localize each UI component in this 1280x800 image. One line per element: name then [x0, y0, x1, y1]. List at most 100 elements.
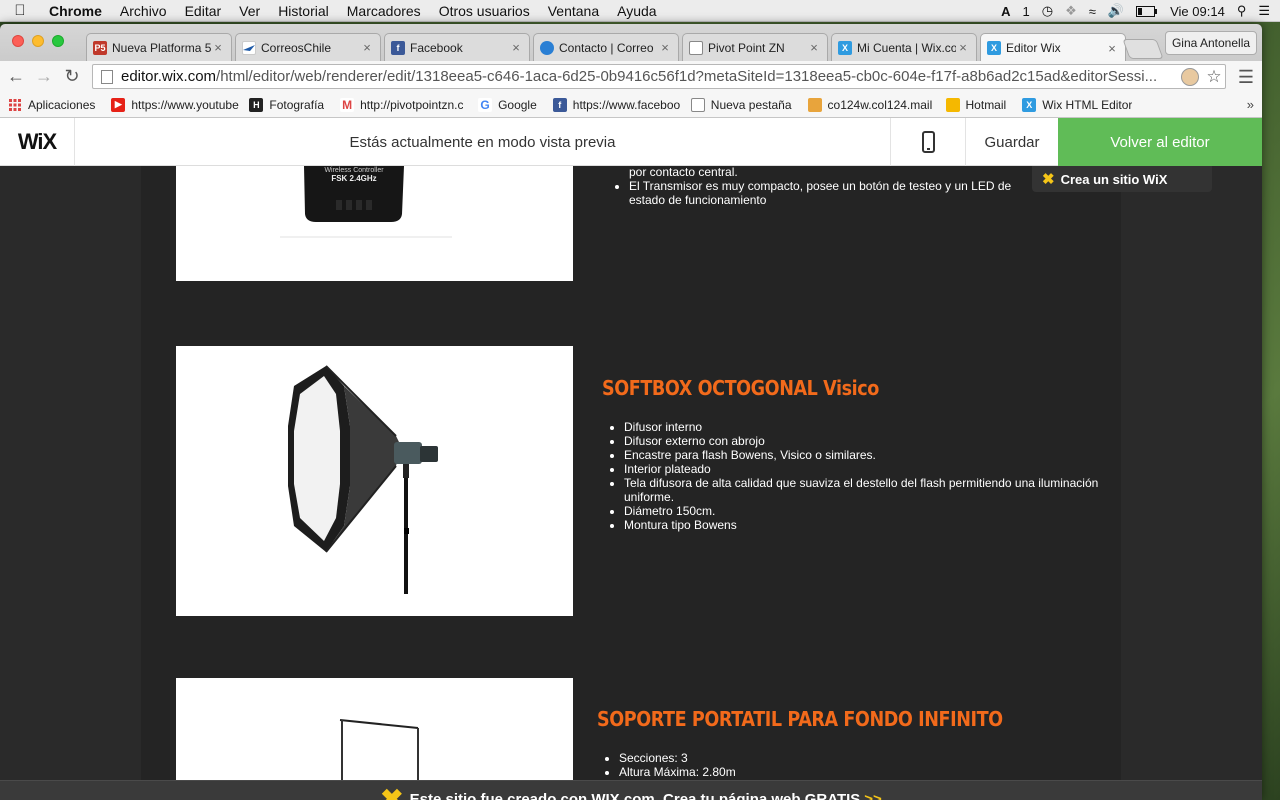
- save-button[interactable]: Guardar: [966, 118, 1058, 166]
- menu-archivo[interactable]: Archivo: [111, 3, 176, 19]
- bookmark-nueva-pestana[interactable]: Nueva pestaña: [690, 97, 800, 112]
- profile-button[interactable]: Gina Antonella: [1165, 31, 1257, 55]
- new-tab-button[interactable]: [1122, 39, 1164, 59]
- apple-menu-icon[interactable]: : [0, 2, 40, 19]
- close-tab-icon[interactable]: ×: [509, 40, 523, 55]
- bookmark-label: Google: [498, 97, 537, 112]
- close-tab-icon[interactable]: ×: [360, 40, 374, 55]
- mobile-view-button[interactable]: [890, 118, 966, 166]
- spotlight-search-icon[interactable]: ⚲: [1237, 3, 1247, 19]
- tab-pivot-point[interactable]: Pivot Point ZN ×: [682, 33, 828, 61]
- menu-editar[interactable]: Editar: [176, 3, 231, 19]
- menu-historial[interactable]: Historial: [269, 3, 338, 19]
- bookmark-youtube[interactable]: ▶ https://www.youtube: [111, 97, 241, 112]
- chrome-window: P5 Nueva Platforma 5 × CorreosChile × f …: [0, 24, 1262, 800]
- create-site-label: Crea un sitio WiX: [1060, 171, 1168, 187]
- page-icon: [689, 40, 703, 55]
- clock[interactable]: Vie 09:14: [1170, 4, 1225, 19]
- close-tab-icon[interactable]: ×: [211, 40, 225, 55]
- bookmark-star-icon[interactable]: ☆: [1203, 67, 1225, 87]
- close-tab-icon[interactable]: ×: [1105, 41, 1119, 56]
- create-site-badge[interactable]: ✖ Crea un sitio WiX: [1032, 166, 1212, 192]
- bookmark-mail[interactable]: co124w.col124.mail: [807, 97, 938, 112]
- wix-preview-bar: WiX Estás actualmente en modo vista prev…: [0, 118, 1262, 166]
- tab-label: CorreosChile: [261, 40, 332, 55]
- bookmark-pivotpoint[interactable]: M http://pivotpointzn.c: [340, 97, 470, 112]
- wix-icon: X: [838, 40, 852, 55]
- menu-marcadores[interactable]: Marcadores: [338, 3, 430, 19]
- tab-label: Contacto | Correo: [559, 40, 654, 55]
- apps-grid-icon: [8, 98, 22, 112]
- minimize-window-button[interactable]: [32, 35, 44, 47]
- wix-x-icon: ✖: [1042, 171, 1055, 188]
- close-tab-icon[interactable]: ×: [807, 40, 821, 55]
- device-label: Wireless Controller: [324, 167, 384, 174]
- menu-ventana[interactable]: Ventana: [539, 3, 608, 19]
- bookmark-fotografia[interactable]: H Fotografía: [249, 97, 332, 112]
- bookmark-hotmail[interactable]: Hotmail: [945, 97, 1015, 112]
- volume-icon[interactable]: 🔊: [1108, 3, 1124, 19]
- product2-features: Difusor interno Difusor externo con abro…: [624, 420, 1114, 532]
- bluetooth-icon[interactable]: ❖: [1065, 3, 1077, 19]
- more-bookmarks-icon[interactable]: »: [1247, 97, 1254, 112]
- product-image-softbox: [176, 346, 573, 616]
- close-tab-icon[interactable]: ×: [658, 40, 672, 55]
- menu-ver[interactable]: Ver: [230, 3, 269, 19]
- bookmarks-bar: Aplicaciones ▶ https://www.youtube H Fot…: [0, 92, 1262, 118]
- bookmark-wix-html-editor[interactable]: X Wix HTML Editor: [1022, 97, 1140, 112]
- close-window-button[interactable]: [12, 35, 24, 47]
- notification-center-icon[interactable]: ☰: [1258, 3, 1270, 19]
- outlook-icon: [540, 40, 554, 55]
- close-tab-icon[interactable]: ×: [956, 40, 970, 55]
- bookmark-label: http://pivotpointzn.c: [360, 97, 464, 112]
- extension-icon[interactable]: [1181, 67, 1199, 86]
- adobe-icon[interactable]: A: [1001, 4, 1010, 19]
- product2-title: SOFTBOX OCTOGONAL Visico: [602, 376, 879, 400]
- site-preview-viewport[interactable]: Wireless Controller FSK 2.4GHz por conta…: [0, 166, 1262, 800]
- facebook-icon: f: [391, 40, 405, 55]
- tab-contacto-correo[interactable]: Contacto | Correo ×: [533, 33, 679, 61]
- tab-editor-wix[interactable]: X Editor Wix ×: [980, 33, 1126, 62]
- notification-count[interactable]: 1: [1023, 4, 1030, 19]
- back-to-editor-button[interactable]: Volver al editor: [1058, 118, 1262, 166]
- url-text[interactable]: editor.wix.com/html/editor/web/renderer/…: [121, 68, 1181, 85]
- url-domain: editor.wix.com: [121, 68, 217, 85]
- menu-app-name[interactable]: Chrome: [40, 3, 111, 19]
- bookmark-facebook[interactable]: f https://www.faceboo: [552, 97, 683, 112]
- tab-mi-cuenta-wix[interactable]: X Mi Cuenta | Wix.co ×: [831, 33, 977, 61]
- feature-item: Altura Máxima: 2.80m: [619, 765, 1019, 779]
- product-image-wireless-controller: Wireless Controller FSK 2.4GHz: [176, 166, 573, 281]
- feature-item: Interior plateado: [624, 462, 1114, 476]
- forward-arrow-icon[interactable]: →: [32, 65, 56, 89]
- tab-facebook[interactable]: f Facebook ×: [384, 33, 530, 61]
- bookmark-aplicaciones[interactable]: Aplicaciones: [8, 98, 103, 112]
- wix-free-site-banner[interactable]: ✖ Este sitio fue creado con WIX.com. Cre…: [0, 780, 1262, 800]
- menu-otros-usuarios[interactable]: Otros usuarios: [430, 3, 539, 19]
- preview-mode-message: Estás actualmente en modo vista previa: [349, 133, 616, 151]
- correoschile-icon: [242, 40, 256, 55]
- address-bar[interactable]: editor.wix.com/html/editor/web/renderer/…: [92, 64, 1226, 89]
- chrome-menu-icon[interactable]: ☰: [1234, 65, 1258, 89]
- reload-icon[interactable]: ↻: [60, 65, 84, 89]
- bookmark-label: Wix HTML Editor: [1042, 97, 1133, 112]
- wifi-icon[interactable]: ≈: [1089, 4, 1096, 19]
- facebook-icon: f: [552, 97, 567, 112]
- bookmark-google[interactable]: G Google: [478, 97, 545, 112]
- wix-logo[interactable]: WiX: [0, 118, 75, 166]
- back-arrow-icon[interactable]: ←: [4, 65, 28, 89]
- zoom-window-button[interactable]: [52, 35, 64, 47]
- url-path: /html/editor/web/renderer/edit/1318eea5-…: [216, 68, 1158, 85]
- google-icon: G: [478, 97, 493, 112]
- bookmark-label: https://www.faceboo: [572, 97, 681, 112]
- youtube-icon: ▶: [111, 97, 126, 112]
- fotografia-icon: H: [249, 97, 264, 112]
- tab-correoschile[interactable]: CorreosChile ×: [235, 33, 381, 61]
- macos-menubar:  Chrome Archivo Editar Ver Historial Ma…: [0, 0, 1280, 22]
- bookmark-label: Fotografía: [269, 97, 325, 112]
- time-machine-icon[interactable]: ◷: [1042, 3, 1053, 19]
- tab-nueva-platforma[interactable]: P5 Nueva Platforma 5 ×: [86, 33, 232, 61]
- page-info-icon[interactable]: [101, 69, 113, 84]
- menubar-status-area: A 1 ◷ ❖ ≈ 🔊 Vie 09:14 ⚲ ☰: [1001, 0, 1280, 22]
- battery-icon[interactable]: [1136, 5, 1158, 17]
- menu-ayuda[interactable]: Ayuda: [608, 3, 665, 19]
